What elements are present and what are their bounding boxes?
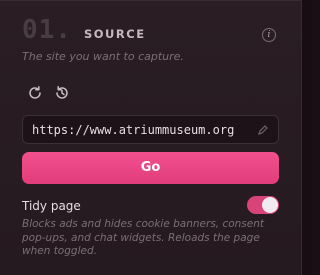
section-title: SOURCE (84, 27, 146, 41)
tidy-page-toggle[interactable] (247, 196, 279, 214)
tidy-page-description: Blocks ads and hides cookie banners, con… (22, 218, 265, 257)
history-icon[interactable] (54, 85, 70, 101)
toggle-knob (262, 197, 278, 213)
panel-edge (302, 0, 312, 275)
section-subtitle: The site you want to capture. (22, 50, 184, 63)
info-icon[interactable]: i (262, 28, 276, 42)
pencil-icon[interactable] (257, 124, 269, 136)
url-input-value[interactable]: https://www.atriummuseum.org (32, 123, 234, 137)
refresh-icon[interactable] (27, 85, 43, 101)
go-button[interactable]: Go (22, 152, 279, 184)
source-panel: 01. SOURCE i The site you want to captur… (0, 0, 302, 275)
tidy-page-label: Tidy page (22, 199, 81, 213)
step-number: 01. (22, 15, 72, 45)
url-input[interactable]: https://www.atriummuseum.org (22, 115, 279, 144)
